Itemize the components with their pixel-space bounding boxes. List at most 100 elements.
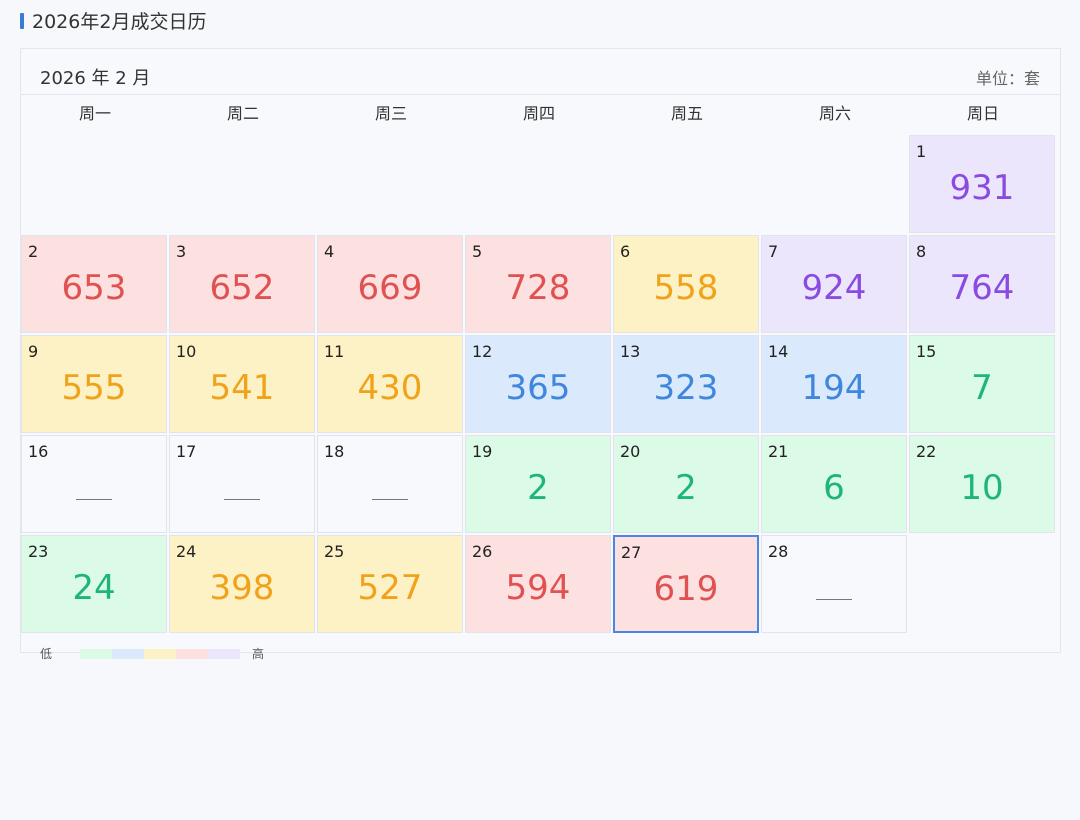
- day-cell-14[interactable]: 14 194: [761, 335, 907, 433]
- day-cell-20[interactable]: 20 2: [613, 435, 759, 533]
- day-number: 18: [324, 442, 345, 461]
- day-number: 10: [176, 342, 197, 361]
- color-legend: 低 高: [40, 645, 264, 662]
- day-cell-15[interactable]: 15 7: [909, 335, 1055, 433]
- day-number: 11: [324, 342, 345, 361]
- legend-swatch-4: [176, 648, 209, 659]
- day-value: 194: [801, 368, 867, 408]
- day-value: 24: [72, 568, 116, 608]
- day-number: 21: [768, 442, 789, 461]
- day-cell-2[interactable]: 2 653: [21, 235, 167, 333]
- calendar-card: 2026 年 2 月 单位：套 周一 周二 周三 周四 周五 周六 周日 1 93…: [20, 48, 1061, 653]
- day-value: 2: [527, 468, 549, 508]
- page-title-text: 2026年2月成交日历: [32, 11, 207, 33]
- day-number: 28: [768, 542, 789, 561]
- legend-swatch-1: [80, 648, 113, 659]
- day-cell-19[interactable]: 19 2: [465, 435, 611, 533]
- day-value: 669: [357, 268, 423, 308]
- day-value: 10: [960, 468, 1004, 508]
- day-cell-25[interactable]: 25 527: [317, 535, 463, 633]
- day-number: 7: [768, 242, 779, 261]
- day-cell-22[interactable]: 22 10: [909, 435, 1055, 533]
- day-cell-13[interactable]: 13 323: [613, 335, 759, 433]
- day-number: 2: [28, 242, 39, 261]
- legend-color-bar: [80, 648, 241, 659]
- unit-label: 单位：套: [975, 69, 1040, 88]
- day-number: 5: [472, 242, 483, 261]
- day-cell-3[interactable]: 3 652: [169, 235, 315, 333]
- weekday-wed: 周三: [374, 104, 407, 123]
- day-cell-12[interactable]: 12 365: [465, 335, 611, 433]
- day-number: 26: [472, 542, 493, 561]
- no-data-dash: [816, 599, 852, 600]
- day-number: 22: [916, 442, 937, 461]
- weekday-thu: 周四: [522, 104, 555, 123]
- legend-swatch-2: [112, 648, 145, 659]
- day-value: 541: [209, 368, 275, 408]
- day-number: 27: [621, 543, 642, 562]
- calendar-header: 2026 年 2 月 单位：套: [21, 49, 1060, 95]
- day-number: 25: [324, 542, 345, 561]
- weekday-tue: 周二: [226, 104, 259, 123]
- day-cell-23[interactable]: 23 24: [21, 535, 167, 633]
- day-number: 13: [620, 342, 641, 361]
- day-value: 365: [505, 368, 571, 408]
- day-cell-16[interactable]: 16: [21, 435, 167, 533]
- day-cell-17[interactable]: 17: [169, 435, 315, 533]
- day-value: 7: [971, 368, 993, 408]
- legend-swatch-3: [144, 648, 177, 659]
- title-accent-bar: [20, 12, 24, 29]
- day-number: 4: [324, 242, 335, 261]
- day-cell-18[interactable]: 18: [317, 435, 463, 533]
- day-value: 931: [949, 168, 1015, 208]
- day-value: 398: [209, 568, 275, 608]
- day-cell-21[interactable]: 21 6: [761, 435, 907, 533]
- day-value: 555: [61, 368, 127, 408]
- day-value: 764: [949, 268, 1015, 308]
- weekday-row: 周一 周二 周三 周四 周五 周六 周日: [21, 95, 1060, 135]
- day-number: 20: [620, 442, 641, 461]
- day-number: 24: [176, 542, 197, 561]
- day-value: 619: [653, 569, 719, 609]
- day-number: 15: [916, 342, 937, 361]
- day-cell-28[interactable]: 28: [761, 535, 907, 633]
- day-number: 19: [472, 442, 493, 461]
- day-cell-26[interactable]: 26 594: [465, 535, 611, 633]
- legend-low-label: 低: [40, 647, 53, 661]
- day-value: 527: [357, 568, 423, 608]
- day-cell-5[interactable]: 5 728: [465, 235, 611, 333]
- weekday-sat: 周六: [818, 104, 851, 123]
- day-value: 653: [61, 268, 127, 308]
- no-data-dash: [372, 499, 408, 500]
- legend-high-label: 高: [252, 647, 265, 661]
- weekday-fri: 周五: [670, 104, 703, 123]
- day-number: 23: [28, 542, 49, 561]
- day-value: 6: [823, 468, 845, 508]
- day-number: 1: [916, 142, 927, 161]
- day-number: 8: [916, 242, 927, 261]
- day-cell-10[interactable]: 10 541: [169, 335, 315, 433]
- day-value: 652: [209, 268, 275, 308]
- day-value: 924: [801, 268, 867, 308]
- day-cell-7[interactable]: 7 924: [761, 235, 907, 333]
- weekday-mon: 周一: [78, 104, 111, 123]
- day-value: 430: [357, 368, 423, 408]
- day-value: 323: [653, 368, 719, 408]
- weekday-sun: 周日: [966, 104, 999, 123]
- day-number: 3: [176, 242, 187, 261]
- day-number: 17: [176, 442, 197, 461]
- page-title: 2026年2月成交日历: [20, 7, 206, 34]
- day-cell-9[interactable]: 9 555: [21, 335, 167, 433]
- day-cell-27[interactable]: 27 619: [613, 535, 759, 633]
- day-cell-4[interactable]: 4 669: [317, 235, 463, 333]
- day-cell-24[interactable]: 24 398: [169, 535, 315, 633]
- day-cell-8[interactable]: 8 764: [909, 235, 1055, 333]
- month-label: 2026 年 2 月: [40, 68, 151, 89]
- day-number: 6: [620, 242, 631, 261]
- day-number: 14: [768, 342, 789, 361]
- day-value: 558: [653, 268, 719, 308]
- day-cell-11[interactable]: 11 430: [317, 335, 463, 433]
- day-cell-1[interactable]: 1 931: [909, 135, 1055, 233]
- day-cell-6[interactable]: 6 558: [613, 235, 759, 333]
- day-number: 12: [472, 342, 493, 361]
